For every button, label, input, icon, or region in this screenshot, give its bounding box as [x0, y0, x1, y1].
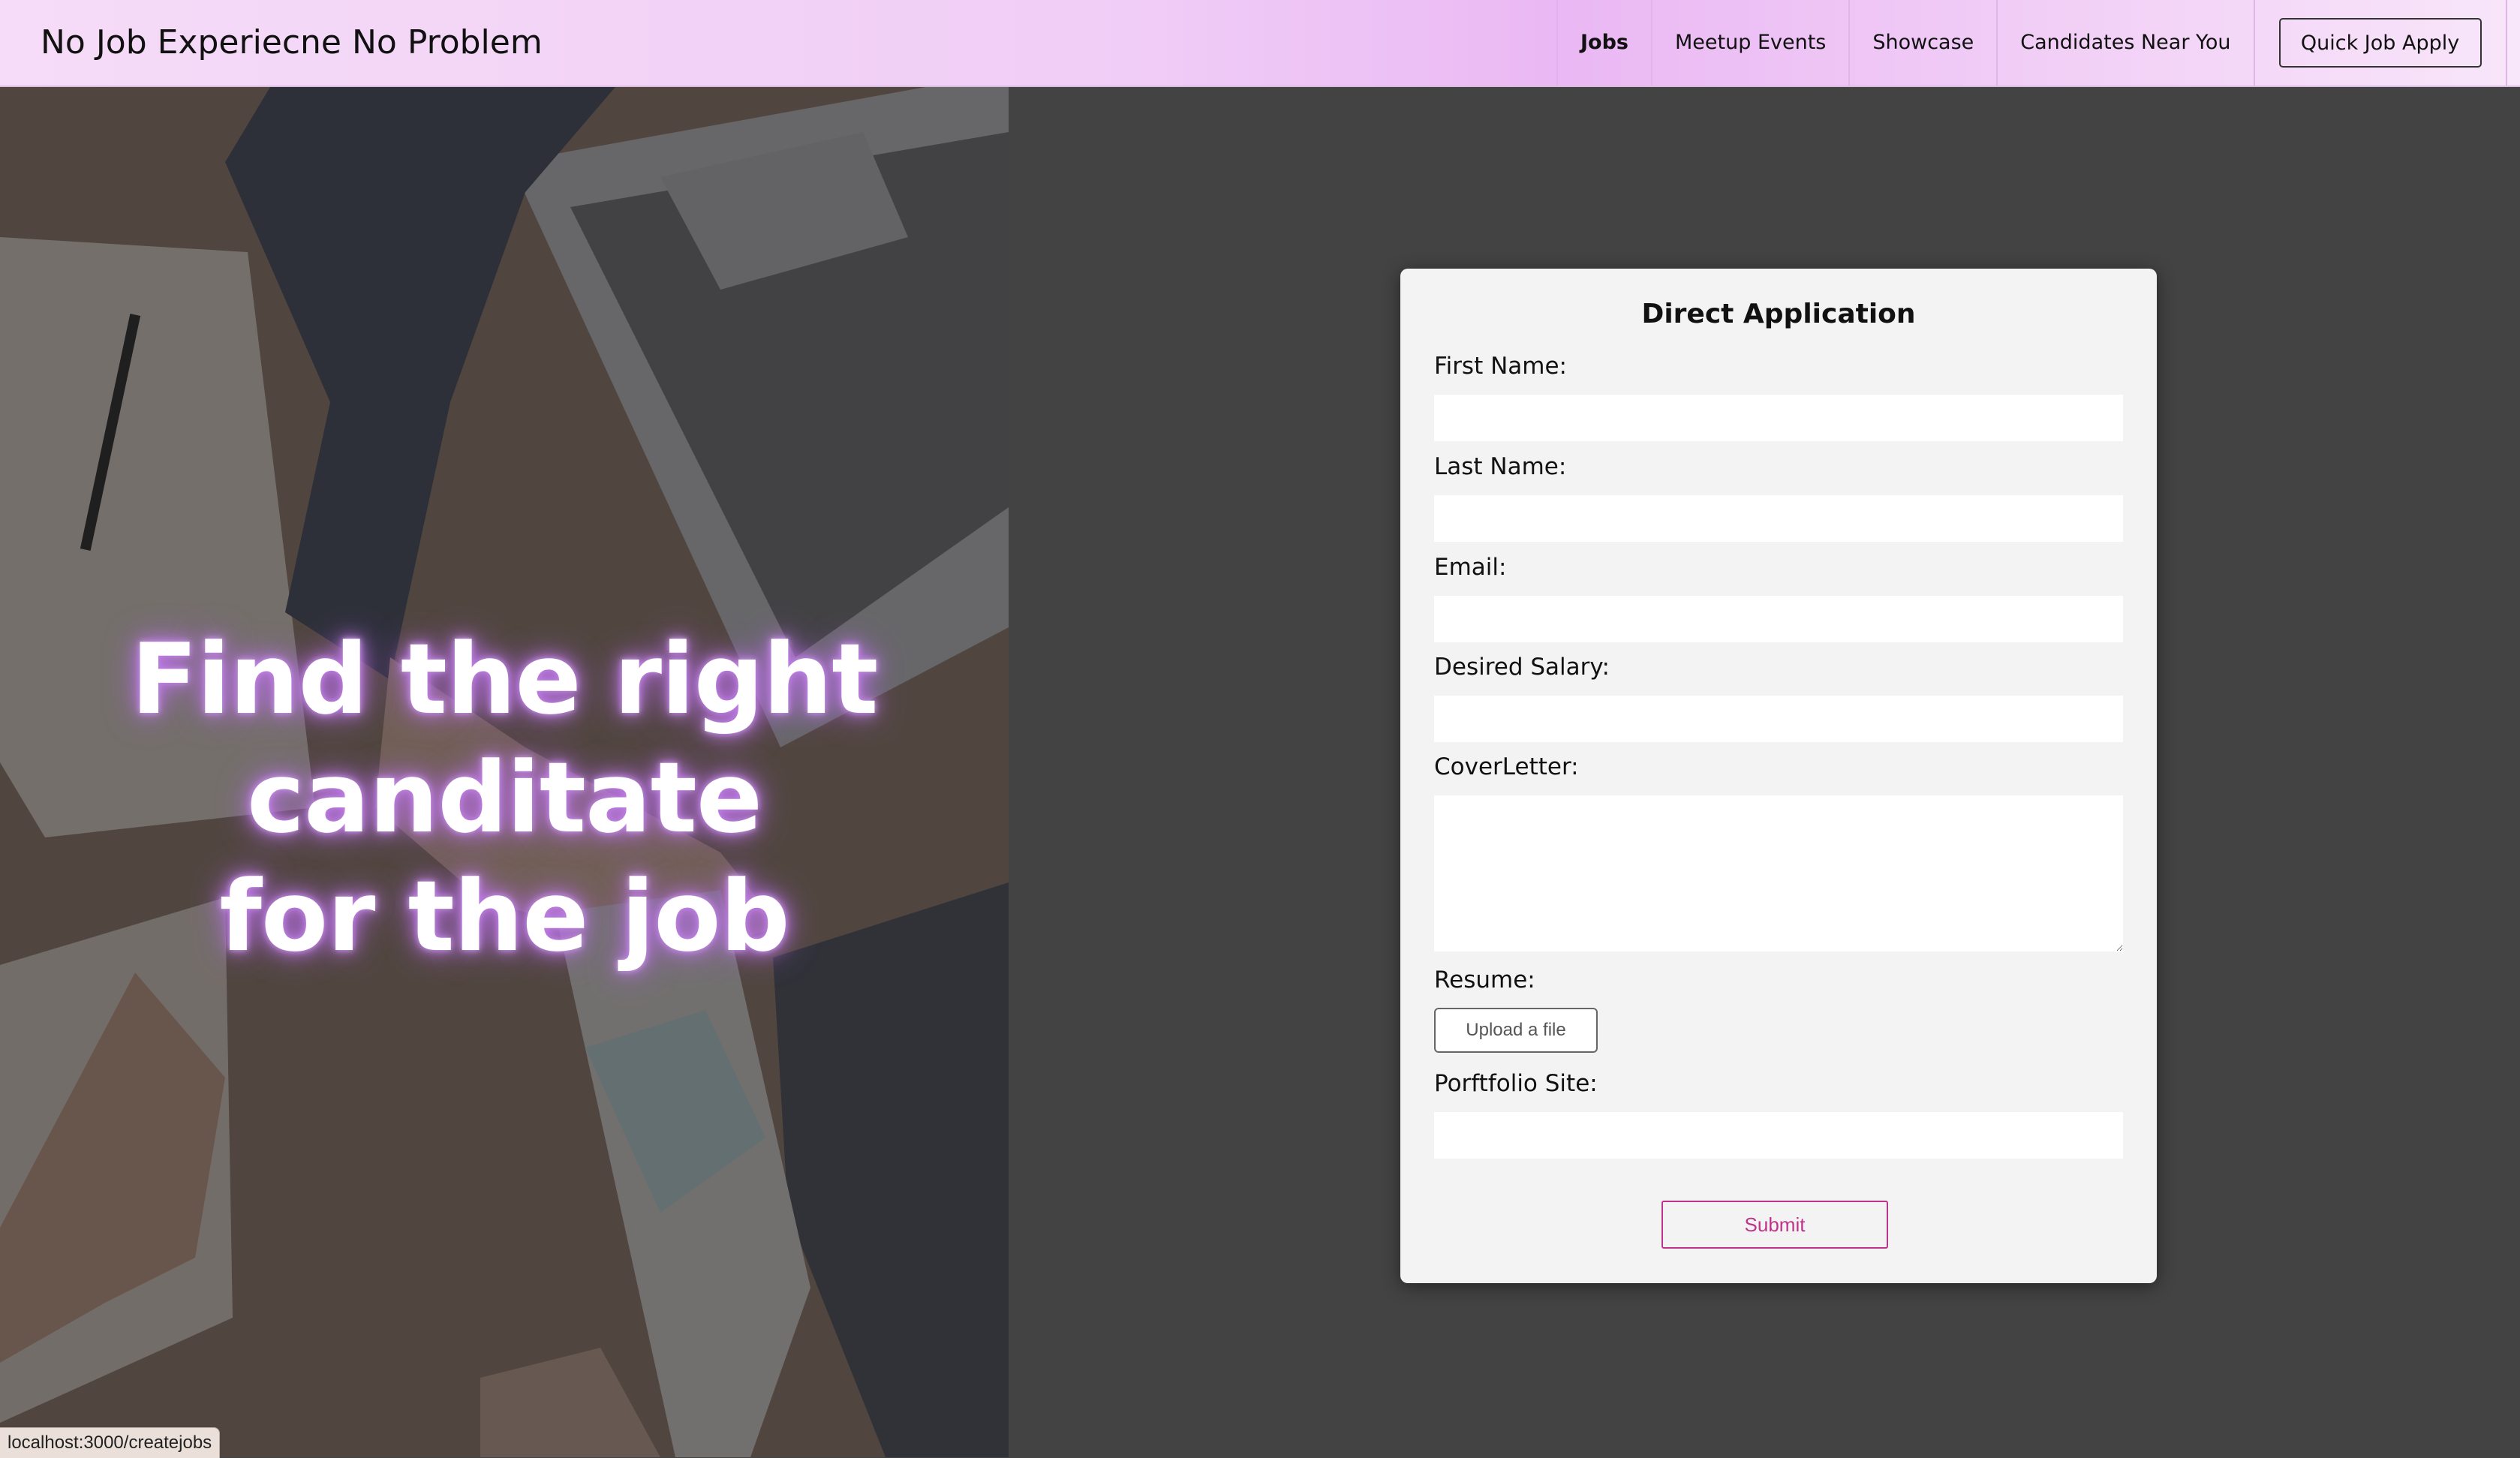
quick-job-apply-button[interactable]: Quick Job Apply [2278, 18, 2482, 68]
navbar: No Job Experiecne No Problem Jobs Meetup… [0, 0, 2520, 87]
application-form-card: Direct Application First Name: Last Name… [1400, 269, 2157, 1283]
cover-letter-textarea[interactable] [1434, 795, 2123, 951]
first-name-label: First Name: [1434, 353, 1567, 380]
nav-cta-container: Quick Job Apply [2255, 0, 2507, 86]
portfolio-site-label: Porftfolio Site: [1434, 1070, 1598, 1097]
submit-button[interactable]: Submit [1661, 1201, 1888, 1249]
nav-menu: Jobs Meetup Events Showcase Candidates N… [1556, 0, 2507, 86]
resume-label: Resume: [1434, 966, 1535, 994]
brand-title[interactable]: No Job Experiecne No Problem [41, 0, 543, 86]
hero-title-line-1: Find the right canditate [131, 622, 879, 855]
nav-item-meetup-events[interactable]: Meetup Events [1651, 0, 1848, 86]
last-name-label: Last Name: [1434, 453, 1567, 480]
desired-salary-label: Desired Salary: [1434, 654, 1610, 681]
hero-title: Find the right canditate for the job [0, 620, 1009, 976]
first-name-input[interactable] [1434, 395, 2123, 441]
email-input[interactable] [1434, 596, 2123, 642]
status-bar-url: localhost:3000/createjobs [0, 1427, 221, 1458]
hero-section: Find the right canditate for the job [0, 87, 1009, 1457]
upload-file-button[interactable]: Upload a file [1434, 1008, 1598, 1053]
nav-item-candidates-near-you[interactable]: Candidates Near You [1996, 0, 2255, 86]
cover-letter-label: CoverLetter: [1434, 753, 1579, 780]
last-name-input[interactable] [1434, 495, 2123, 542]
form-title: Direct Application [1641, 299, 1916, 329]
portfolio-site-input[interactable] [1434, 1112, 2123, 1159]
nav-item-showcase[interactable]: Showcase [1848, 0, 1996, 86]
nav-item-jobs[interactable]: Jobs [1556, 0, 1651, 86]
desired-salary-input[interactable] [1434, 696, 2123, 742]
email-label: Email: [1434, 554, 1507, 581]
hero-title-line-2: for the job [219, 859, 789, 973]
